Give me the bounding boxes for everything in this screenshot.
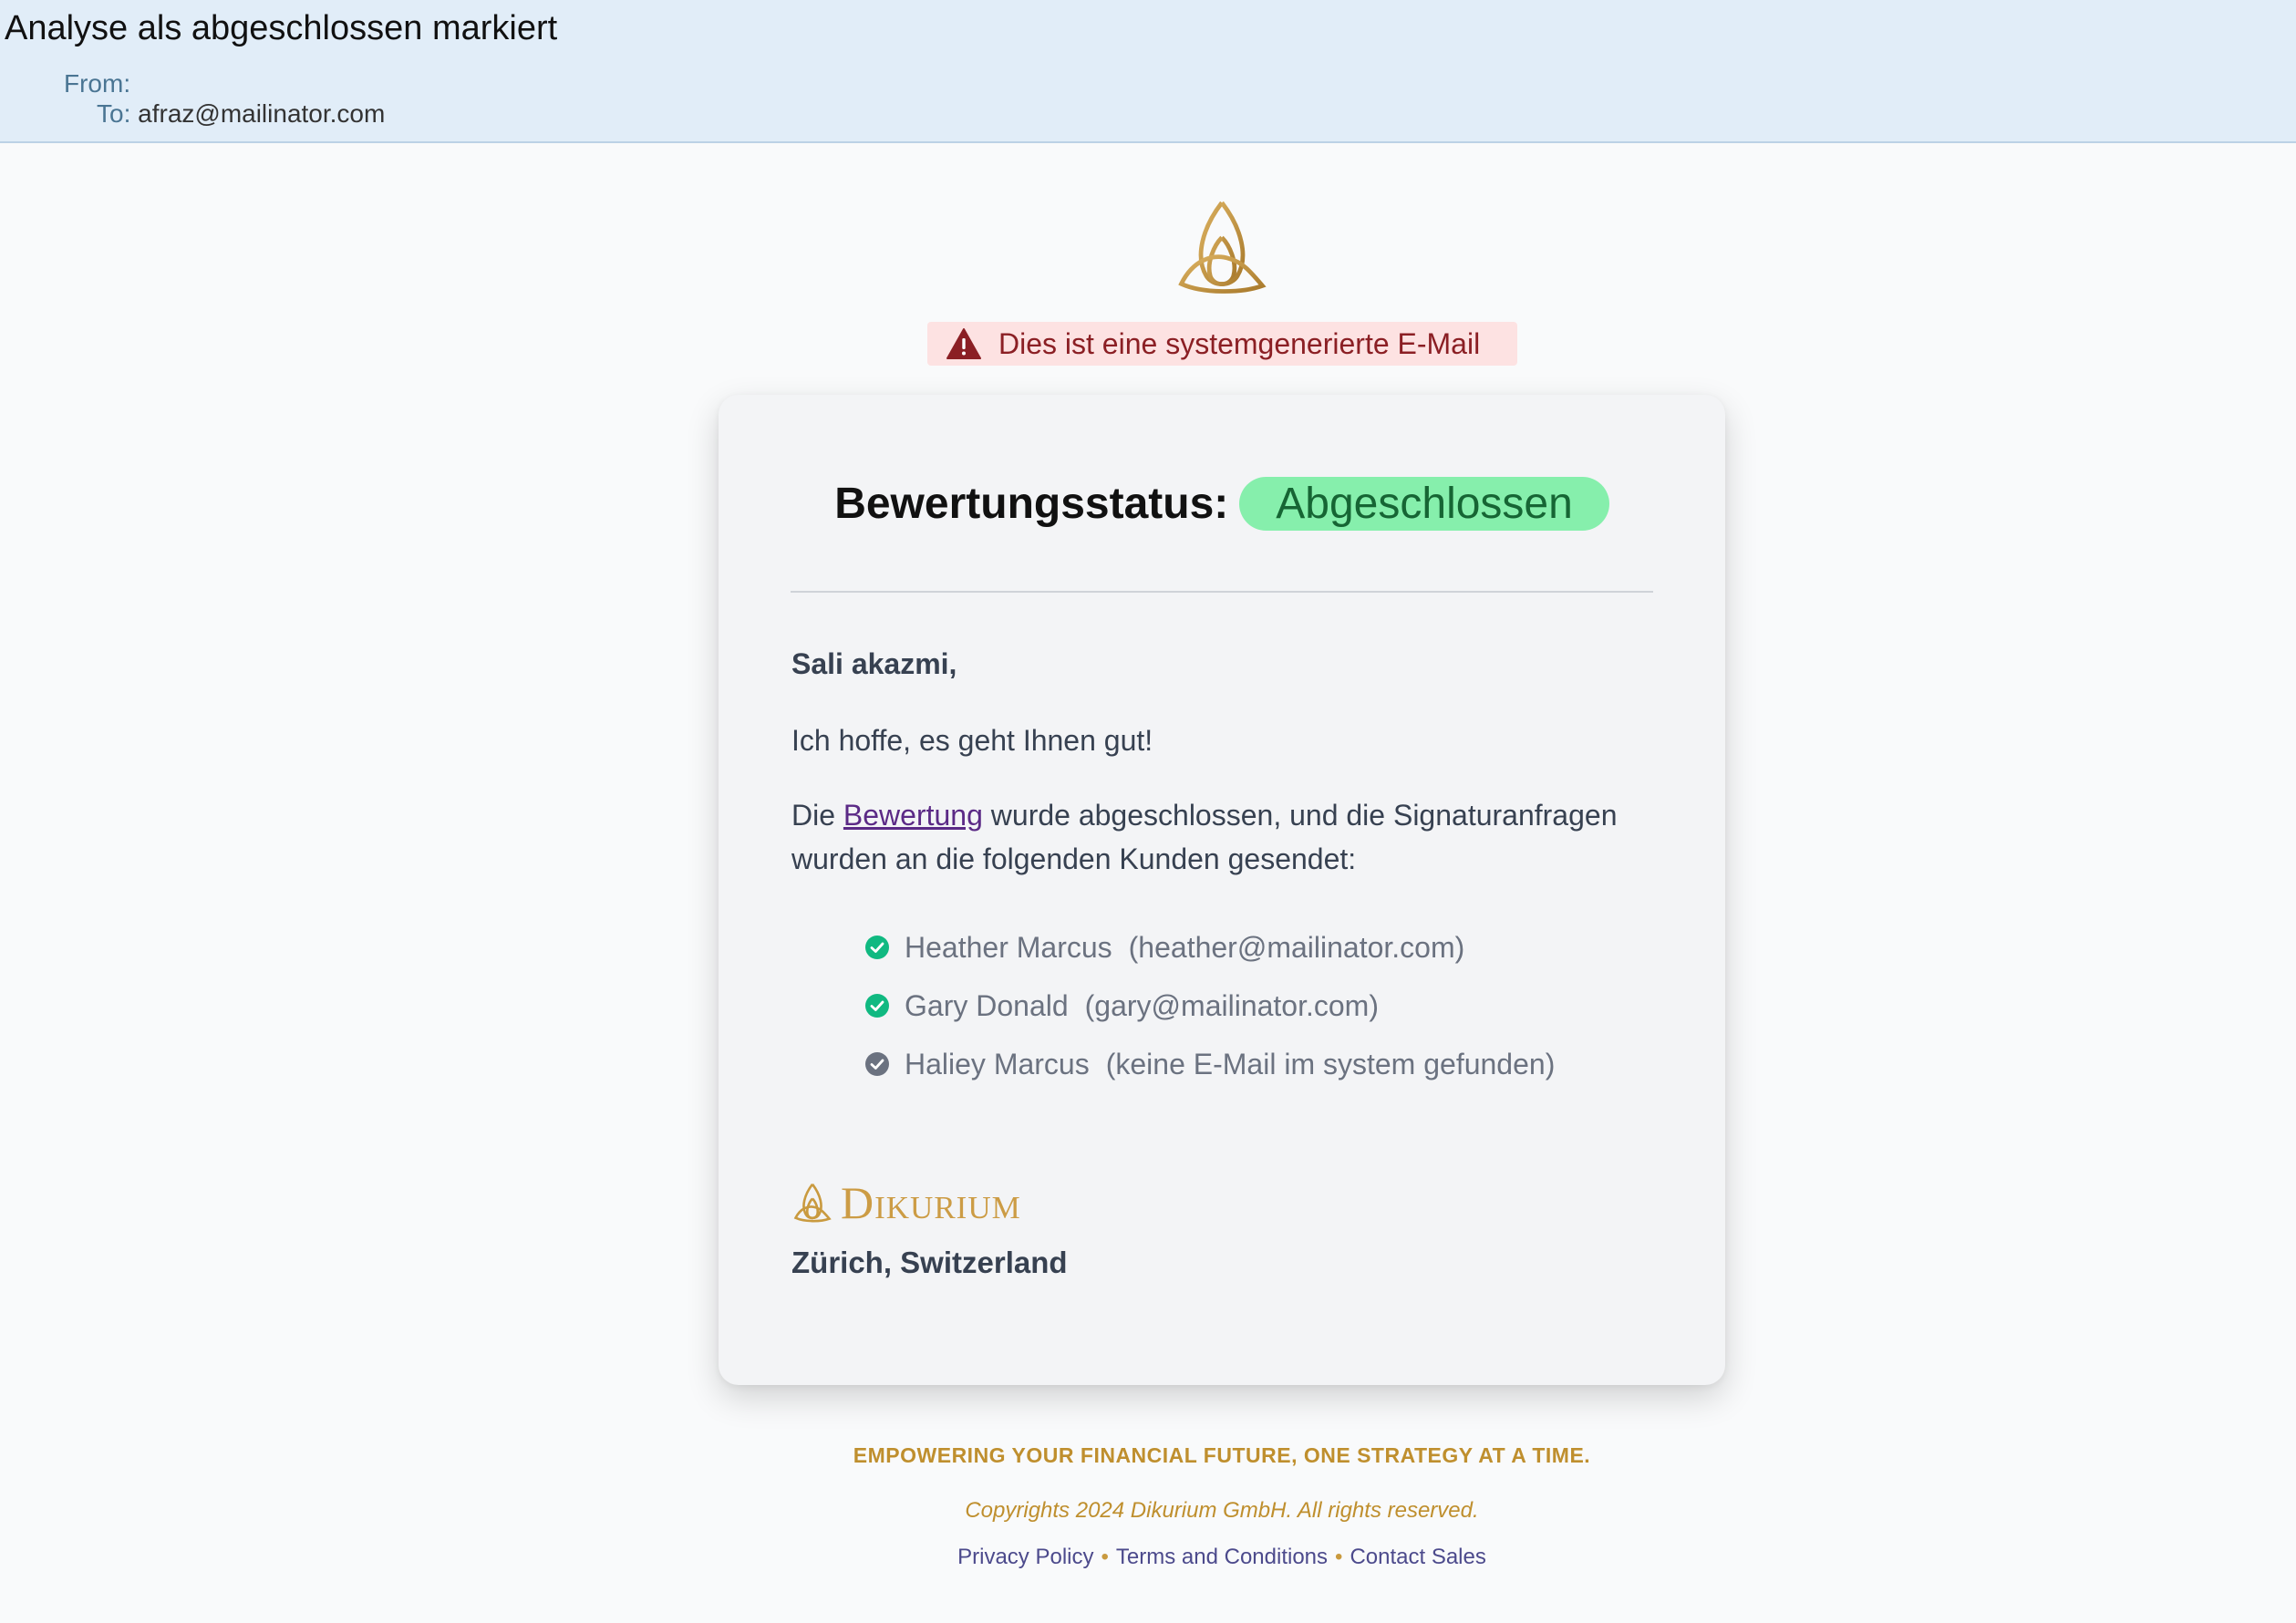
client-name: Gary Donald xyxy=(905,988,1069,1022)
footer-copyright: Copyrights 2024 Dikurium GmbH. All right… xyxy=(965,1498,1479,1523)
list-item: Heather Marcus (heather@mailinator.com) xyxy=(864,918,1555,977)
email-to-row: To: afraz@mailinator.com xyxy=(97,99,385,129)
client-email: (keine E-Mail im system gefunden) xyxy=(1105,1047,1556,1080)
triquetra-logo-icon xyxy=(793,1183,832,1223)
check-circle-icon xyxy=(865,994,889,1018)
terms-link[interactable]: Terms and Conditions xyxy=(1116,1545,1328,1569)
check-circle-icon xyxy=(865,936,889,959)
email-from-row: From: xyxy=(64,69,130,98)
company-location: Zürich, Switzerland xyxy=(791,1246,1068,1279)
client-name: Haliey Marcus xyxy=(905,1047,1090,1080)
greeting: Sali akazmi, xyxy=(791,647,957,680)
to-label: To: xyxy=(97,99,131,128)
system-email-warning-banner: Dies ist eine systemgenerierte E-Mail xyxy=(927,322,1517,366)
divider xyxy=(791,591,1653,593)
to-value: afraz@mailinator.com xyxy=(138,99,386,128)
privacy-policy-link[interactable]: Privacy Policy xyxy=(957,1545,1093,1569)
footer-separator: • xyxy=(1335,1545,1343,1569)
triquetra-logo-icon xyxy=(1178,201,1267,294)
footer-separator: • xyxy=(1101,1545,1109,1569)
email-card: Bewertungsstatus: Abgeschlossen Sali aka… xyxy=(719,395,1725,1385)
from-label: From: xyxy=(64,69,131,98)
footer-tagline: EMPOWERING YOUR FINANCIAL FUTURE, ONE ST… xyxy=(853,1443,1591,1467)
list-item: Gary Donald (gary@mailinator.com) xyxy=(864,977,1555,1035)
body-prefix: Die xyxy=(791,799,836,832)
warning-text: Dies ist eine systemgenerierte E-Mail xyxy=(998,326,1481,360)
contact-sales-link[interactable]: Contact Sales xyxy=(1350,1545,1485,1569)
client-list: Heather Marcus (heather@mailinator.com) … xyxy=(864,918,1555,1093)
list-item: Haliey Marcus (keine E-Mail im system ge… xyxy=(864,1035,1555,1093)
check-circle-icon xyxy=(865,1052,889,1076)
status-row: Bewertungsstatus: Abgeschlossen xyxy=(719,477,1725,531)
status-badge: Abgeschlossen xyxy=(1239,477,1609,531)
email-header: Analyse als abgeschlossen markiert From:… xyxy=(0,0,2296,143)
brand-name: Dikurium xyxy=(841,1177,1021,1228)
client-email: (heather@mailinator.com) xyxy=(1128,930,1465,964)
client-email: (gary@mailinator.com) xyxy=(1084,988,1379,1022)
email-subject: Analyse als abgeschlossen markiert xyxy=(5,9,558,47)
footer-links: Privacy Policy • Terms and Conditions • Cont… xyxy=(0,1545,2296,1570)
body-paragraph: Die Bewertung wurde abgeschlossen, und d… xyxy=(791,793,1667,881)
status-title: Bewertungsstatus: xyxy=(834,480,1229,528)
intro-line: Ich hoffe, es geht Ihnen gut! xyxy=(791,724,1153,757)
warning-triangle-icon xyxy=(946,328,981,359)
client-name: Heather Marcus xyxy=(905,930,1112,964)
brand-signature: Dikurium xyxy=(791,1176,1021,1229)
assessment-link[interactable]: Bewertung xyxy=(843,799,983,832)
